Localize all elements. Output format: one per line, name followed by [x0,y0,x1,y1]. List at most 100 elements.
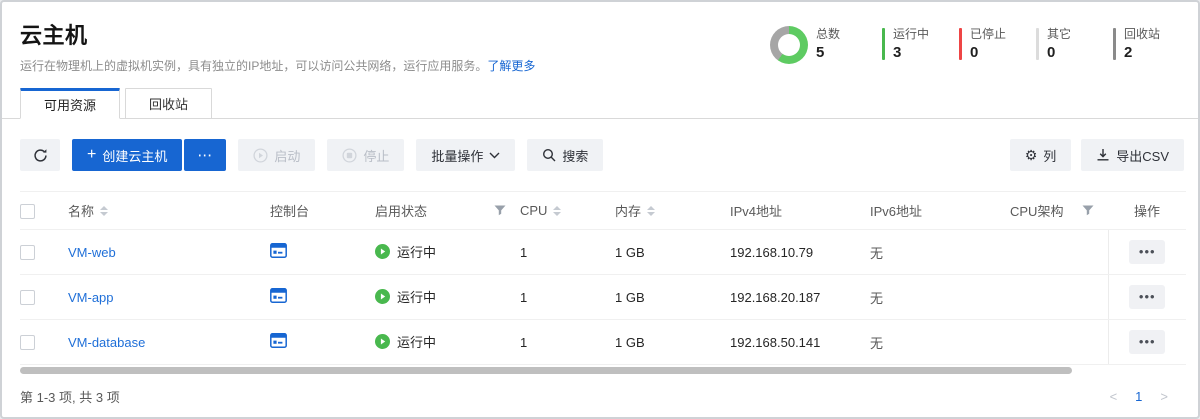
page-title: 云主机 [20,18,535,50]
table-row: VM-web 运行中 1 1 GB 192.168.10.7 [20,230,1186,275]
prev-page-chevron[interactable]: < [1110,389,1118,404]
instance-name-link[interactable]: VM-database [68,335,145,350]
start-label: 启动 [274,146,300,165]
stat-other: 其它 0 [1036,26,1091,62]
cpu-arch-value [1010,230,1108,275]
cloud-host-page: 云主机 运行在物理机上的虚拟机实例，具有独立的IP地址，可以访问公共网络，运行应… [0,0,1200,419]
row-checkbox[interactable] [20,290,35,305]
column-header-name[interactable]: 名称 [68,192,270,230]
filter-icon[interactable] [494,205,506,216]
column-header-memory[interactable]: 内存 [615,192,730,230]
tab-available-resources[interactable]: 可用资源 [20,88,120,119]
items-summary: 第 1-3 项, 共 3 项 [20,387,120,406]
refresh-icon [33,148,48,163]
ipv6-value: 无 [870,320,1010,365]
cpu-value: 1 [520,320,615,365]
stop-label: 停止 [363,146,389,165]
status-badge: 运行中 [375,242,436,261]
stat-value: 3 [893,43,937,62]
table-header-row: 名称 控制台 启用状态 CPU [20,192,1186,230]
column-label: 控制台 [270,201,309,220]
cpu-value: 1 [520,230,615,275]
batch-actions-button[interactable]: 批量操作 [416,139,515,171]
ipv4-value: 192.168.10.79 [730,230,870,275]
console-icon [270,333,287,348]
row-checkbox[interactable] [20,245,35,260]
column-header-cpu-arch: CPU架构 [1010,192,1108,230]
horizontal-scrollbar[interactable] [20,367,1072,374]
export-csv-button[interactable]: 导出CSV [1081,139,1184,171]
stop-button[interactable]: 停止 [327,139,404,171]
ipv6-value: 无 [870,230,1010,275]
column-label: IPv4地址 [730,201,782,220]
column-label: CPU [520,203,547,218]
sort-icon[interactable] [100,206,108,216]
console-button[interactable] [270,243,287,258]
instance-name-link[interactable]: VM-web [68,245,116,260]
recycle-color-bar [1113,28,1116,60]
status-badge: 运行中 [375,332,436,351]
columns-label: 列 [1043,146,1056,165]
row-checkbox[interactable] [20,335,35,350]
row-actions-button[interactable]: ••• [1129,285,1165,309]
row-actions-button[interactable]: ••• [1129,240,1165,264]
sort-icon[interactable] [647,206,655,216]
stats-summary: 总数 5 运行中 3 已停止 0 [770,18,1168,74]
refresh-button[interactable] [20,139,60,171]
sort-icon[interactable] [553,206,561,216]
console-icon [270,243,287,258]
select-all-checkbox[interactable] [20,204,35,219]
more-actions-button[interactable]: ⋯ [184,139,226,171]
column-label: IPv6地址 [870,201,922,220]
table-row: VM-app 运行中 1 1 GB 192.168.20.1 [20,275,1186,320]
status-label: 运行中 [397,287,436,306]
page-header: 云主机 运行在物理机上的虚拟机实例，具有独立的IP地址，可以访问公共网络，运行应… [2,2,1198,74]
stat-label: 已停止 [970,26,1014,43]
page-description-text: 运行在物理机上的虚拟机实例，具有独立的IP地址，可以访问公共网络，运行应用服务。 [20,59,487,73]
batch-actions-label: 批量操作 [431,146,483,165]
running-status-icon [375,334,390,349]
memory-value: 1 GB [615,275,730,320]
create-instance-button[interactable]: + 创建云主机 [72,139,182,171]
download-icon [1096,148,1110,162]
search-button[interactable]: 搜索 [527,139,603,171]
instance-name-link[interactable]: VM-app [68,290,114,305]
total-donut-chart [770,26,808,64]
learn-more-link[interactable]: 了解更多 [487,59,535,73]
stat-running: 运行中 3 [882,26,937,62]
column-header-status: 启用状态 [375,192,520,230]
plus-icon: + [87,147,96,163]
stat-stopped: 已停止 0 [959,26,1014,62]
stat-total: 总数 5 [770,26,860,64]
start-button[interactable]: 启动 [238,139,315,171]
console-button[interactable] [270,333,287,348]
row-actions-button[interactable]: ••• [1129,330,1165,354]
stat-value: 0 [970,43,1014,62]
running-color-bar [882,28,885,60]
stat-value: 5 [816,43,860,62]
column-label: 内存 [615,201,641,220]
create-instance-label: 创建云主机 [102,146,167,165]
column-header-actions: 操作 [1108,192,1186,230]
console-icon [270,288,287,303]
ellipsis-icon: ⋯ [197,146,213,164]
column-header-ipv4: IPv4地址 [730,192,870,230]
tab-recycle-bin[interactable]: 回收站 [125,88,212,119]
next-page-chevron[interactable]: > [1160,389,1168,404]
running-status-icon [375,244,390,259]
column-label: 操作 [1134,204,1160,219]
console-button[interactable] [270,288,287,303]
column-header-console: 控制台 [270,192,375,230]
filter-icon[interactable] [1082,205,1094,216]
toolbar: + 创建云主机 ⋯ 启动 停止 批量操作 [2,119,1198,171]
pager: < 1 > [1110,389,1168,404]
stat-label: 回收站 [1124,26,1168,43]
current-page-number[interactable]: 1 [1135,389,1142,404]
columns-settings-button[interactable]: ⚙ 列 [1010,139,1072,171]
search-label: 搜索 [562,146,588,165]
stat-recycle: 回收站 2 [1113,26,1168,62]
memory-value: 1 GB [615,320,730,365]
stat-label: 运行中 [893,26,937,43]
running-status-icon [375,289,390,304]
column-header-cpu[interactable]: CPU [520,192,615,230]
